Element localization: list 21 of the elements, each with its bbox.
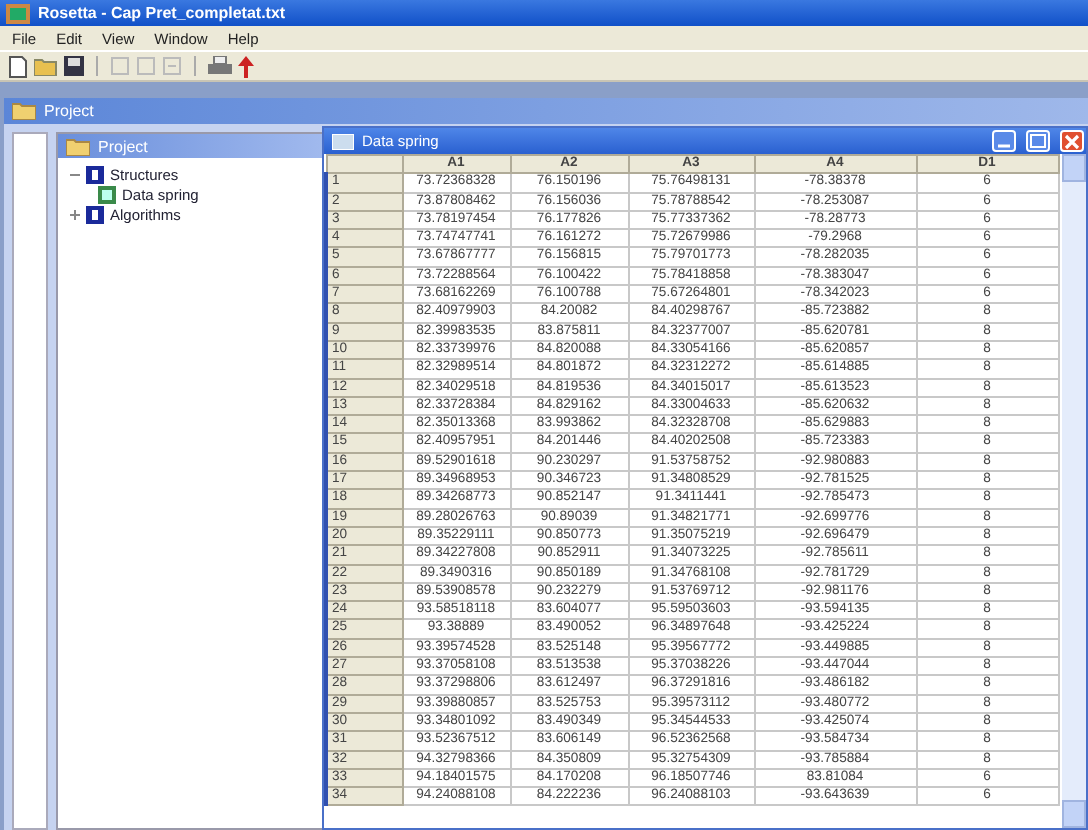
maximize-button[interactable] bbox=[1026, 130, 1050, 152]
corner-cell bbox=[326, 155, 402, 174]
minimize-button[interactable] bbox=[992, 130, 1016, 152]
new-file-icon[interactable] bbox=[8, 55, 28, 77]
expand-toggle[interactable] bbox=[70, 209, 80, 219]
folder-node-icon bbox=[86, 205, 104, 223]
folder-icon bbox=[12, 102, 36, 120]
table-node-icon bbox=[98, 185, 116, 203]
close-icon bbox=[1064, 133, 1080, 149]
save-icon[interactable] bbox=[64, 56, 84, 76]
app-icon bbox=[6, 3, 30, 23]
close-button[interactable] bbox=[1060, 130, 1084, 152]
collapse-toggle[interactable] bbox=[70, 169, 80, 179]
panel-title: Project bbox=[98, 137, 148, 155]
folder-node-icon bbox=[86, 165, 104, 183]
window-title: Rosetta - Cap Pret_completat.txt bbox=[38, 4, 286, 22]
maximize-icon bbox=[1030, 134, 1046, 148]
printer-icon[interactable] bbox=[208, 56, 232, 76]
folder-icon bbox=[66, 137, 90, 155]
window-title: Project bbox=[44, 102, 94, 120]
grid-icon bbox=[332, 133, 354, 149]
